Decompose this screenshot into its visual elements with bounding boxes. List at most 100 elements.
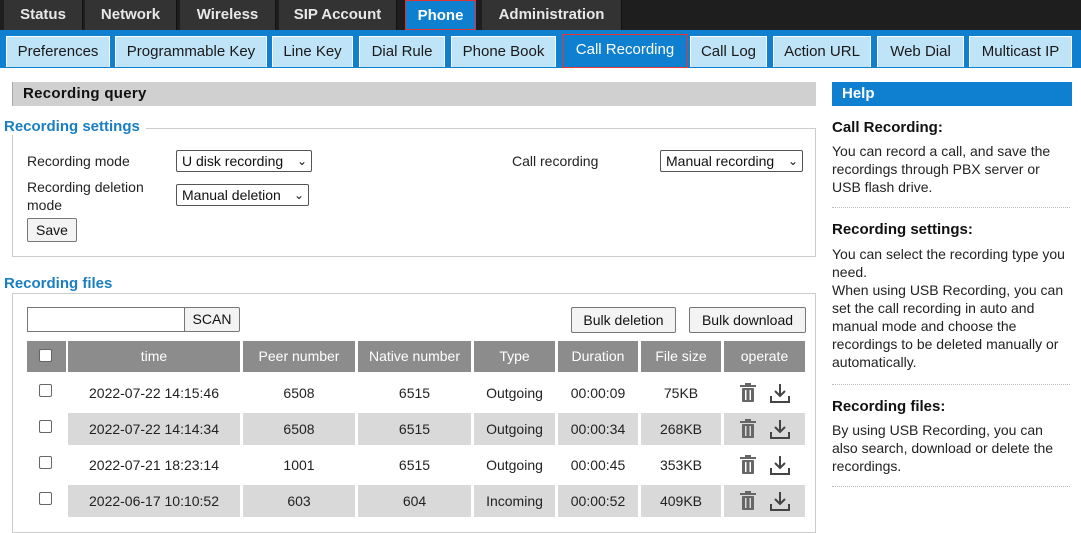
help-call-recording-text: You can record a call, and save the reco… [832,143,1051,195]
tab-preferences[interactable]: Preferences [6,36,110,67]
top-tab-sip-account[interactable]: SIP Account [279,0,397,30]
cell-peer-number: 1001 [283,457,315,473]
top-tab-phone[interactable]: Phone [405,0,476,30]
section-title: Recording query [23,85,147,102]
download-icon[interactable] [769,382,791,404]
cell-type: Outgoing [486,421,543,437]
help-recording-files-text: By using USB Recording, you can also sea… [832,422,1054,474]
top-tab-wireless[interactable]: Wireless [180,0,276,30]
deletion-mode-select[interactable]: Manual deletion ⌄ [176,184,309,206]
cell-duration: 00:00:52 [570,493,626,509]
cell-duration: 00:00:34 [570,421,626,437]
chevron-down-icon: ⌄ [293,188,304,202]
help-divider [832,486,1070,487]
cell-native-number: 604 [402,493,427,509]
cell-time: 2022-07-22 14:14:34 [89,421,219,437]
deletion-mode-label-line2: mode [27,197,63,213]
bulk-deletion-button[interactable]: Bulk deletion [571,307,676,333]
sub-nav: Preferences Programmable Key Line Key Di… [0,30,1081,68]
cell-time: 2022-07-21 18:23:14 [89,457,219,473]
tab-web-dial[interactable]: Web Dial [877,36,964,67]
col-duration[interactable]: Duration [558,341,638,372]
help-recording-settings-title: Recording settings: [832,221,973,238]
cell-native-number: 6515 [398,385,431,401]
help-divider [832,384,1070,385]
deletion-mode-label-line1: Recording deletion [27,179,144,195]
tab-line-key[interactable]: Line Key [272,36,353,67]
chevron-down-icon: ⌄ [787,154,798,168]
help-header: Help [832,82,1072,106]
search-input[interactable] [27,307,185,332]
recording-mode-value: U disk recording [182,153,284,169]
download-icon[interactable] [769,418,791,440]
tab-dial-rule[interactable]: Dial Rule [359,36,445,67]
trash-icon[interactable] [738,383,758,403]
cell-time: 2022-06-17 10:10:52 [89,493,219,509]
help-divider [832,207,1070,208]
cell-duration: 00:00:45 [570,457,626,473]
select-all-header [27,341,66,372]
col-type[interactable]: Type [474,341,555,372]
tab-phone-book[interactable]: Phone Book [451,36,556,67]
recording-settings-legend: Recording settings [0,118,146,135]
call-recording-label: Call recording [512,153,599,169]
save-button[interactable]: Save [27,218,77,242]
cell-type: Incoming [486,493,543,509]
download-icon[interactable] [769,454,791,476]
trash-icon[interactable] [738,419,758,439]
top-nav: Status Network Wireless SIP Account Phon… [0,0,1081,30]
select-all-checkbox[interactable] [39,349,52,362]
help-call-recording-title: Call Recording: [832,119,943,136]
recording-files-legend: Recording files [0,275,119,292]
col-native-number[interactable]: Native number [358,341,471,372]
cell-native-number: 6515 [398,421,431,437]
cell-file-size: 75KB [663,385,699,401]
cell-peer-number: 603 [287,493,311,509]
help-recording-settings-text2: When using USB Recording, you can set th… [832,282,1064,370]
col-time[interactable]: time [68,341,240,372]
tab-action-url[interactable]: Action URL [773,36,871,67]
cell-file-size: 409KB [659,493,703,509]
table-row: 2022-07-22 14:15:46 6508 6515 Outgoing 0… [27,377,819,409]
download-icon[interactable] [769,490,791,512]
deletion-mode-label: Recording deletion mode [27,178,144,214]
scan-button[interactable]: SCAN [184,307,240,332]
section-title-bar: Recording query [12,82,816,106]
row-checkbox[interactable] [39,384,52,397]
row-checkbox[interactable] [39,456,52,469]
help-recording-files-title: Recording files: [832,398,946,415]
trash-icon[interactable] [738,455,758,475]
help-recording-settings-text1: You can select the recording type you ne… [832,246,1065,280]
tab-call-recording[interactable]: Call Recording [562,34,688,68]
bulk-download-button[interactable]: Bulk download [689,307,806,333]
cell-native-number: 6515 [398,457,431,473]
row-checkbox[interactable] [39,492,52,505]
call-recording-select[interactable]: Manual recording ⌄ [660,150,803,172]
cell-type: Outgoing [486,385,543,401]
recording-mode-select[interactable]: U disk recording ⌄ [176,150,312,172]
top-tab-network[interactable]: Network [85,0,177,30]
cell-type: Outgoing [486,457,543,473]
table-row: 2022-06-17 10:10:52 603 604 Incoming 00:… [27,485,819,517]
top-tab-status[interactable]: Status [4,0,83,30]
cell-peer-number: 6508 [283,421,315,437]
table-row: 2022-07-22 14:14:34 6508 6515 Outgoing 0… [27,413,819,445]
cell-peer-number: 6508 [283,385,315,401]
cell-file-size: 353KB [659,457,703,473]
top-tab-administration[interactable]: Administration [482,0,622,30]
trash-icon[interactable] [738,491,758,511]
col-operate: operate [724,341,805,372]
col-file-size[interactable]: File size [641,341,721,372]
call-recording-value: Manual recording [666,153,775,169]
chevron-down-icon: ⌄ [296,154,307,168]
cell-time: 2022-07-22 14:15:46 [89,385,219,401]
recording-mode-label: Recording mode [27,153,130,169]
tab-call-log[interactable]: Call Log [690,36,767,67]
deletion-mode-value: Manual deletion [182,187,281,203]
col-peer-number[interactable]: Peer number [243,341,355,372]
table-row: 2022-07-21 18:23:14 1001 6515 Outgoing 0… [27,449,819,481]
row-checkbox[interactable] [39,420,52,433]
tab-programmable-key[interactable]: Programmable Key [115,36,267,67]
tab-multicast-ip[interactable]: Multicast IP [969,36,1072,67]
cell-duration: 00:00:09 [570,385,626,401]
